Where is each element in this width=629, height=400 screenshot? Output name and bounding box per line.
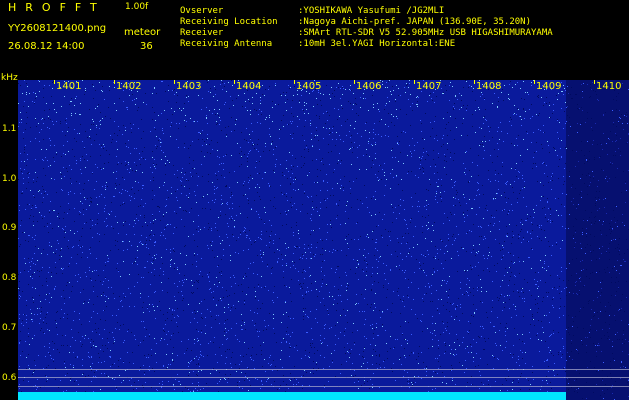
info-label: Receiving Antenna — [180, 39, 273, 49]
minute-label: 1408 — [476, 81, 502, 92]
minute-label: 1406 — [356, 81, 382, 92]
baseline-strip — [18, 392, 566, 400]
info-label: Receiving Location — [180, 17, 278, 27]
minute-label: 1407 — [416, 81, 442, 92]
info-row-location: Receiving Location :Nagoya Aichi-pref. J… — [180, 17, 553, 28]
info-row-receiver: Receiver :SMArt RTL-SDR V5 52.905MHz USB… — [180, 28, 553, 39]
minute-tick — [594, 80, 595, 84]
minute-label: 1410 — [596, 81, 622, 92]
minute-tick — [114, 80, 115, 84]
version-label: 1.00f — [125, 2, 149, 12]
minute-tick — [474, 80, 475, 84]
info-label: Ovserver — [180, 6, 224, 16]
info-row-observer: Ovserver :YOSHIKAWA Yasufumi /JG2MLI — [180, 6, 553, 17]
y-tick-label: 0.9 — [2, 223, 17, 233]
y-tick-label: 1.0 — [2, 174, 17, 184]
reference-line — [18, 386, 629, 387]
y-tick-label: 0.8 — [2, 273, 17, 283]
y-tick-label: 0.7 — [2, 323, 17, 333]
y-axis-unit: kHz — [1, 73, 18, 83]
info-value: :10mH 3el.YAGI Horizontal:ENE — [298, 39, 456, 49]
spectrogram-canvas — [18, 80, 629, 400]
minute-label: 1405 — [296, 81, 322, 92]
app-title: HROFFT — [8, 1, 106, 14]
minute-tick — [294, 80, 295, 84]
minute-tick — [54, 80, 55, 84]
info-value: :YOSHIKAWA Yasufumi /JG2MLI — [298, 6, 445, 16]
minute-tick — [354, 80, 355, 84]
header-panel: HROFFT 1.00f YY2608121400.png meteor 26.… — [0, 0, 629, 80]
minute-tick — [174, 80, 175, 84]
y-tick-label: 1.1 — [2, 124, 17, 134]
info-label: Receiver — [180, 28, 224, 38]
info-row-antenna: Receiving Antenna :10mH 3el.YAGI Horizon… — [180, 39, 553, 50]
reference-line — [18, 377, 629, 378]
spectrogram-plot — [18, 80, 629, 400]
y-tick-label: 0.6 — [2, 373, 17, 383]
minute-tick — [414, 80, 415, 84]
dark-band — [566, 80, 629, 400]
minute-label: 1409 — [536, 81, 562, 92]
minute-label: 1402 — [116, 81, 142, 92]
minute-label: 1404 — [236, 81, 262, 92]
minute-label: 1403 — [176, 81, 202, 92]
info-value: :SMArt RTL-SDR V5 52.905MHz USB HIGASHIM… — [298, 28, 553, 38]
reference-line — [18, 369, 629, 370]
minute-label: 1401 — [56, 81, 82, 92]
info-value: :Nagoya Aichi-pref. JAPAN (136.90E, 35.2… — [298, 17, 531, 27]
station-info: Ovserver :YOSHIKAWA Yasufumi /JG2MLI Rec… — [180, 6, 553, 50]
mode-label: meteor — [124, 27, 161, 38]
datetime-label: 26.08.12 14:00 — [8, 41, 85, 52]
minute-tick — [534, 80, 535, 84]
filename-label: YY2608121400.png — [8, 23, 107, 34]
count-label: 36 — [140, 41, 153, 52]
minute-tick — [234, 80, 235, 84]
